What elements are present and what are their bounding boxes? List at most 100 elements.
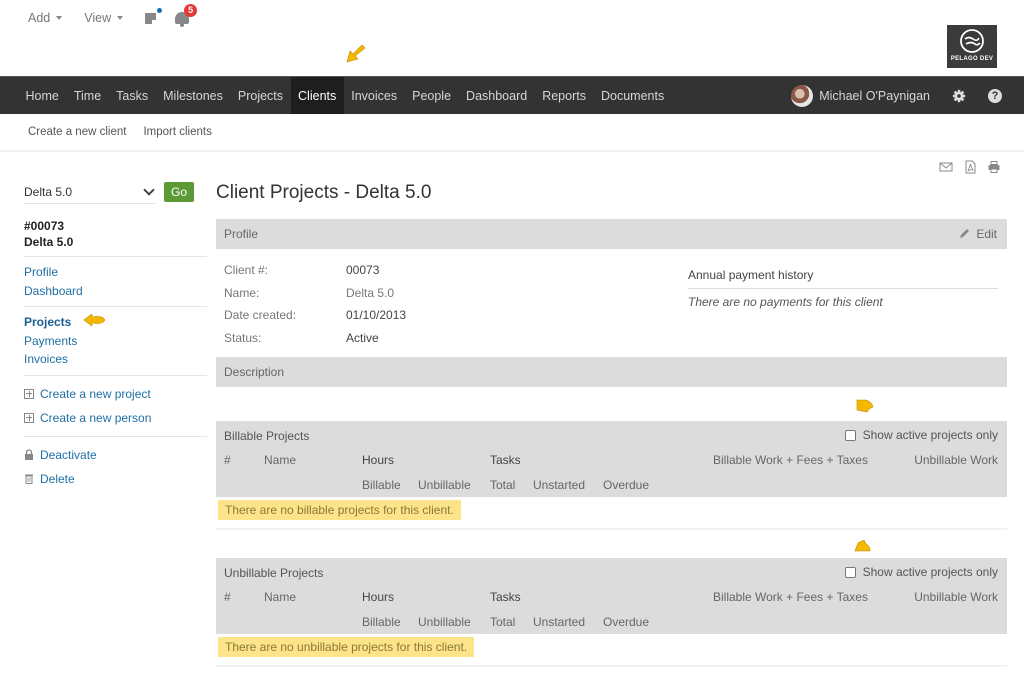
annotation-arrow-icon [346,44,366,63]
col-tasks-unstarted[interactable]: Unstarted [533,615,585,629]
print-icon[interactable] [987,160,1001,174]
email-icon[interactable] [939,160,953,174]
view-menu-label: View [84,11,112,25]
main-nav: Home Time Tasks Milestones Projects Clients In… [0,76,1024,114]
billable-show-active-checkbox[interactable]: Show active projects only [844,428,998,442]
sidebar-link-profile[interactable]: Profile [24,263,207,282]
gear-icon[interactable] [952,89,966,103]
sidebar-link-invoices[interactable]: Invoices [24,350,207,369]
description-panel-header: Description [216,357,1007,387]
user-name[interactable]: Michael O'Paynigan [819,89,930,103]
nav-item-time[interactable]: Time [66,77,108,114]
help-icon[interactable]: ? [988,89,1002,103]
divider [24,306,207,307]
plus-square-icon [24,388,34,399]
nav-item-people[interactable]: People [405,77,459,114]
deactivate-link[interactable]: Deactivate [24,443,207,467]
company-logo[interactable]: PELAGO DEV [947,25,997,68]
trash-icon [25,474,33,484]
col-hours-billable[interactable]: Billable [362,478,401,492]
client-name: Delta 5.0 [24,235,74,249]
col-hours-billable[interactable]: Billable [362,615,401,629]
profile-field-date-created: Date created: 01/10/2013 [224,308,406,322]
billable-projects-title: Billable Projects [224,429,310,443]
sidebar-link-payments[interactable]: Payments [24,332,207,351]
delete-link[interactable]: Delete [24,467,207,491]
annotation-arrow-icon [854,539,871,552]
nav-item-reports[interactable]: Reports [535,77,594,114]
billable-empty-message: There are no billable projects for this … [218,500,461,520]
field-label: Date created: [224,308,297,322]
field-value: Delta 5.0 [346,286,395,300]
unbillable-projects-panel: Unbillable Projects Show active projects… [216,558,1007,634]
profile-panel-header: Profile Edit [216,219,1007,249]
nav-item-dashboard[interactable]: Dashboard [459,77,535,114]
top-menu: Add View 5 [28,4,198,27]
user-avatar[interactable] [791,85,814,107]
col-name[interactable]: Name [264,453,296,467]
unbillable-empty-message: There are no unbillable projects for thi… [218,637,475,657]
sticky-note-icon[interactable] [145,8,163,24]
notifications-bell-icon[interactable]: 5 [175,4,198,27]
nav-items: Home Time Tasks Milestones Projects Clients In… [18,77,672,114]
divider [216,665,1007,667]
create-client-link[interactable]: Create a new client [28,126,126,138]
sidebar-link-projects[interactable]: Projects [24,313,207,332]
col-tasks: Tasks [490,453,521,467]
col-hours-unbillable[interactable]: Unbillable [418,615,471,629]
payment-history: Annual payment history There are no paym… [688,268,998,309]
nav-item-tasks[interactable]: Tasks [109,77,156,114]
col-tasks-unstarted[interactable]: Unstarted [533,478,585,492]
view-menu[interactable]: View [84,11,124,25]
col-tasks-overdue[interactable]: Overdue [603,478,649,492]
go-button[interactable]: Go [164,182,195,202]
divider [24,374,207,376]
col-tasks-total[interactable]: Total [490,478,515,492]
divider [24,256,207,257]
sidebar-link-dashboard[interactable]: Dashboard [24,282,207,301]
profile-field-name: Name: Delta 5.0 [224,286,394,300]
chevron-down-icon [143,183,155,196]
page-title: Client Projects - Delta 5.0 [216,182,432,203]
nav-item-home[interactable]: Home [18,77,66,114]
unbillable-show-active-checkbox[interactable]: Show active projects only [844,565,998,579]
caret-down-icon [56,16,63,20]
col-hours: Hours [362,590,395,604]
col-tasks-total[interactable]: Total [490,615,515,629]
top-bar: Add View 5 PELAGO DEV [0,0,1024,75]
field-value: 00073 [346,263,380,277]
checkbox[interactable] [844,566,856,578]
pencil-icon [960,229,970,238]
pdf-icon[interactable] [963,160,977,174]
nav-item-milestones[interactable]: Milestones [156,77,231,114]
col-tasks-overdue[interactable]: Overdue [603,615,649,629]
col-number: # [224,453,231,467]
col-hours-unbillable[interactable]: Unbillable [418,478,471,492]
billable-projects-panel: Billable Projects Show active projects o… [216,421,1007,497]
col-billable-work[interactable]: Billable Work + Fees + Taxes [713,590,868,604]
payment-history-title: Annual payment history [688,268,998,289]
description-header-label: Description [224,365,285,379]
create-project-link[interactable]: Create a new project [24,382,207,406]
col-billable-work[interactable]: Billable Work + Fees + Taxes [713,453,868,467]
divider [216,528,1007,530]
col-name[interactable]: Name [264,590,296,604]
import-clients-link[interactable]: Import clients [143,126,211,138]
add-menu[interactable]: Add [28,11,63,25]
client-identity: #00073 Delta 5.0 [24,218,207,250]
client-select-dropdown[interactable]: Delta 5.0 [24,180,156,204]
create-person-link[interactable]: Create a new person [24,406,207,430]
edit-profile-button[interactable]: Edit [958,219,997,249]
nav-item-clients[interactable]: Clients [290,77,344,114]
col-number: # [224,590,231,604]
edit-label: Edit [976,227,997,241]
nav-item-documents[interactable]: Documents [593,77,671,114]
field-value: 01/10/2013 [346,308,407,322]
checkbox[interactable] [844,429,856,441]
payment-history-empty: There are no payments for this client [688,295,883,309]
col-unbillable-work[interactable]: Unbillable Work [914,590,998,604]
nav-item-invoices[interactable]: Invoices [344,77,405,114]
unbillable-projects-title: Unbillable Projects [224,566,324,580]
nav-item-projects[interactable]: Projects [230,77,290,114]
col-unbillable-work[interactable]: Unbillable Work [914,453,998,467]
